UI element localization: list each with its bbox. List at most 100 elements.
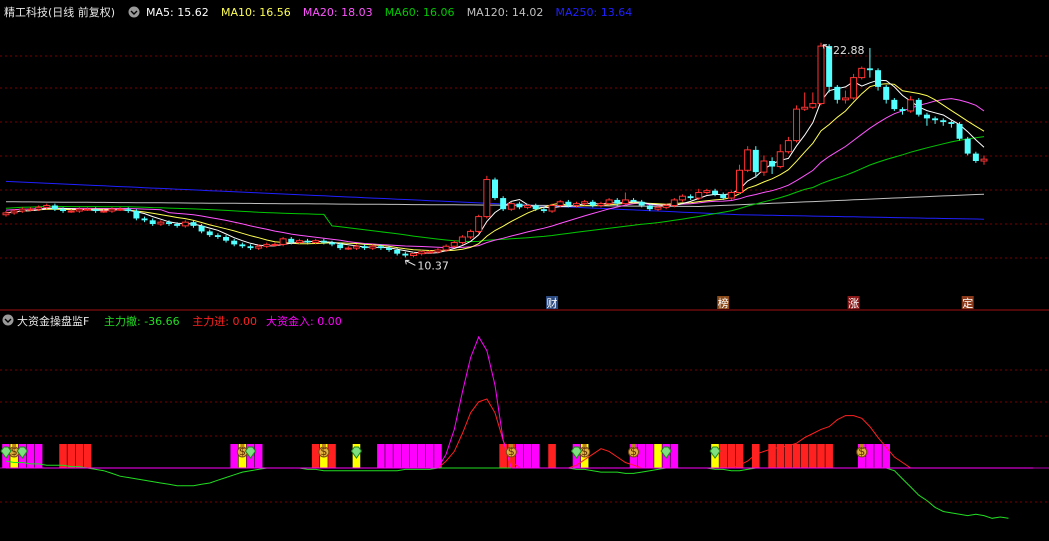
candle-body	[418, 251, 426, 255]
candle[interactable]	[793, 105, 801, 143]
candle-body	[654, 206, 662, 210]
money-bag-symbol: $	[581, 445, 588, 458]
signal-bar[interactable]	[75, 444, 84, 468]
candle-body	[92, 209, 99, 212]
ma-legend-item: MA120: 14.02	[467, 6, 544, 19]
candle[interactable]	[744, 146, 752, 173]
settings-icon[interactable]	[128, 6, 140, 18]
candle-body	[361, 246, 368, 249]
candle[interactable]	[727, 190, 735, 200]
candle[interactable]	[500, 196, 507, 212]
candle[interactable]	[475, 214, 483, 234]
signal-bar[interactable]	[670, 444, 679, 468]
signal-bar[interactable]	[254, 444, 263, 468]
candle[interactable]	[458, 235, 466, 245]
candle[interactable]	[891, 97, 898, 111]
candle-body	[980, 158, 988, 162]
signal-bar[interactable]	[393, 444, 401, 468]
money-bag-symbol: $	[320, 445, 327, 458]
candle-body	[548, 204, 556, 212]
candle-body	[769, 161, 776, 167]
stock-chart[interactable]: $ $ $ $ $ $ $ 精工科技(日线 前复权) MA5: 15.62 MA10: 16.…	[0, 0, 1049, 541]
signal-bar[interactable]	[809, 444, 817, 468]
candle-body	[434, 249, 442, 253]
candle-body	[255, 245, 263, 249]
main-header: 精工科技(日线 前复权) MA5: 15.62 MA10: 16.56 MA20: …	[4, 5, 632, 19]
signal-bar[interactable]	[637, 444, 646, 468]
candle[interactable]	[670, 198, 678, 208]
signal-bar[interactable]	[874, 444, 882, 468]
signal-bar[interactable]	[230, 444, 238, 468]
candle[interactable]	[467, 229, 475, 239]
signal-bar[interactable]	[83, 444, 92, 468]
candle-body	[483, 179, 491, 218]
candle[interactable]	[858, 66, 866, 80]
candle-body	[100, 210, 108, 213]
candle[interactable]	[507, 201, 515, 212]
candle-body	[662, 204, 670, 208]
candle-body	[565, 201, 572, 206]
candle[interactable]	[279, 236, 287, 247]
signal-bar[interactable]	[727, 444, 736, 468]
candle-body	[344, 247, 352, 250]
signal-bar[interactable]	[800, 444, 809, 468]
candle-body	[394, 249, 401, 254]
indicator-header: 大资金操盘监F 主力撤: -36.66 主力进: 0.00 大资金入: 0.00	[2, 314, 342, 328]
candle-body	[866, 68, 873, 71]
signal-bar[interactable]	[67, 444, 75, 468]
candle[interactable]	[850, 73, 858, 100]
signal-bar[interactable]	[417, 444, 426, 468]
candle[interactable]	[915, 97, 922, 117]
signal-bar[interactable]	[784, 444, 793, 468]
ma-legend-item: MA10: 16.56	[221, 6, 291, 19]
candle-body	[614, 199, 621, 204]
signal-bar[interactable]	[768, 444, 776, 468]
candle[interactable]	[483, 175, 491, 219]
indicator-settings-icon[interactable]	[2, 314, 14, 326]
signal-bar[interactable]	[409, 444, 418, 468]
candle-body	[467, 230, 475, 238]
candle-body	[883, 86, 890, 100]
candle-body	[907, 99, 915, 112]
signal-bar[interactable]	[515, 444, 524, 468]
signal-bar[interactable]	[426, 444, 434, 468]
event-tag[interactable]: 榜	[717, 296, 730, 310]
money-bag-icon: $	[318, 444, 330, 458]
event-tag[interactable]: 涨	[847, 296, 860, 310]
signal-bar[interactable]	[825, 444, 833, 468]
candle-body	[712, 190, 719, 195]
signal-bar[interactable]	[866, 444, 874, 468]
candle-body	[288, 238, 295, 243]
candle[interactable]	[956, 122, 963, 141]
candle-body	[450, 242, 458, 247]
candle-body	[687, 196, 694, 199]
signal-bar[interactable]	[817, 444, 825, 468]
candle[interactable]	[492, 177, 498, 200]
candle[interactable]	[964, 136, 971, 156]
signal-bar[interactable]	[531, 444, 540, 468]
signal-bar[interactable]	[311, 444, 320, 468]
signal-bar[interactable]	[328, 444, 336, 468]
candle[interactable]	[548, 203, 556, 213]
candle-body	[475, 216, 483, 232]
candle-body	[304, 240, 311, 243]
signal-bar[interactable]	[654, 444, 662, 468]
candle-body	[426, 251, 434, 254]
signal-bar[interactable]	[377, 444, 385, 468]
event-tag[interactable]: 财	[546, 296, 559, 310]
event-tag-label: 定	[962, 296, 973, 310]
signal-bar[interactable]	[59, 444, 67, 468]
candle[interactable]	[826, 44, 833, 93]
candle-body	[51, 205, 58, 210]
signal-bar[interactable]	[646, 444, 654, 468]
money-bag-symbol: $	[508, 445, 515, 458]
signal-bar[interactable]	[548, 444, 556, 468]
signal-bar[interactable]	[719, 444, 727, 468]
signal-bar[interactable]	[401, 444, 410, 468]
candle[interactable]	[817, 42, 825, 106]
signal-bar[interactable]	[385, 444, 393, 468]
candle-body	[133, 211, 140, 219]
signal-bar[interactable]	[523, 444, 532, 468]
signal-bar[interactable]	[792, 444, 801, 468]
event-tag[interactable]: 定	[961, 296, 974, 310]
